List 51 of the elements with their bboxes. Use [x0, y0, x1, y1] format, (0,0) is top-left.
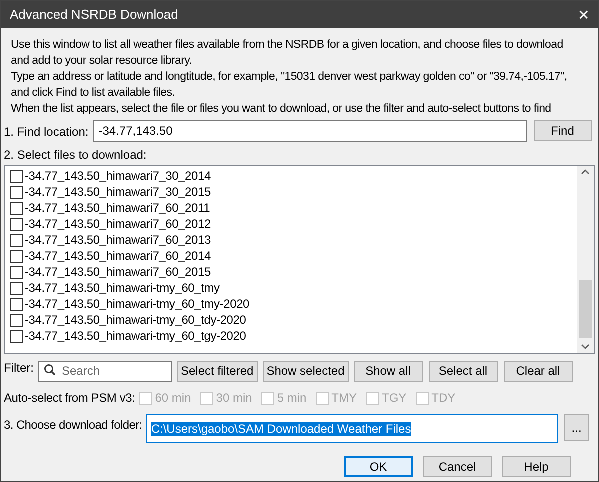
file-name[interactable]: -34.77_143.50_himawari7_30_2015: [25, 183, 211, 201]
checkbox[interactable]: [10, 250, 23, 262]
dialog-button[interactable]: Cancel: [423, 456, 492, 477]
checkbox[interactable]: [10, 298, 23, 310]
file-name[interactable]: -34.77_143.50_himawari7_60_2013: [25, 231, 211, 249]
dialog-button[interactable]: OK: [344, 456, 413, 477]
file-name[interactable]: -34.77_143.50_himawari7_60_2015: [25, 263, 211, 281]
file-name[interactable]: -34.77_143.50_himawari-tmy_60_tgy-2020: [25, 327, 246, 345]
instruction-text: Type an address or latitude and longtitude, for example, "15031 denver west parkway golden co" or "39.74,-105.17",: [11, 70, 568, 85]
file-name[interactable]: -34.77_143.50_himawari7_60_2011: [25, 199, 210, 217]
find-location-label: 1. Find location:: [4, 124, 89, 141]
checkbox[interactable]: [10, 170, 23, 182]
instruction-text: Use this window to list all weather files available from the NSRDB for a given location, and choose files to download: [11, 38, 564, 53]
filter-button[interactable]: Select filtered: [177, 360, 258, 382]
file-name[interactable]: -34.77_143.50_himawari-tmy_60_tmy-2020: [25, 295, 250, 313]
instruction-text: and add to your solar resource library.: [11, 54, 194, 69]
filter-button[interactable]: Select all: [428, 360, 498, 382]
checkbox[interactable]: [10, 314, 23, 326]
window-title: Advanced NSRDB Download: [10, 6, 178, 24]
filter-button[interactable]: Clear all: [504, 360, 573, 382]
instruction-text: and click Find to list available files.: [11, 86, 176, 101]
select-files-label: 2. Select files to download:: [3, 147, 148, 164]
close-button[interactable]: ✕: [578, 8, 590, 22]
auto-select-label: Auto-select from PSM v3:: [4, 390, 136, 407]
file-name[interactable]: -34.77_143.50_himawari-tmy_60_tmy: [25, 279, 220, 297]
download-folder-label: 3. Choose download folder:: [4, 417, 142, 434]
checkbox[interactable]: [10, 186, 23, 198]
dialog-button[interactable]: Help: [502, 456, 571, 477]
filter-button[interactable]: Show all: [354, 360, 423, 382]
scrollbar-thumb[interactable]: [579, 280, 592, 338]
folder-field[interactable]: C:\Users\gaobo\SAM Downloaded Weather Files: [146, 414, 558, 443]
file-name[interactable]: -34.77_143.50_himawari-tmy_60_tdy-2020: [25, 311, 246, 329]
search-field[interactable]: Search: [38, 360, 172, 382]
checkbox[interactable]: [10, 266, 23, 278]
file-name[interactable]: -34.77_143.50_himawari7_30_2014: [25, 167, 211, 185]
instruction-text: When the list appears, select the file or files you want to download, or use the filter and auto-select buttons to find: [11, 102, 552, 117]
checkbox[interactable]: [10, 330, 23, 342]
checkbox[interactable]: [10, 282, 23, 294]
file-name[interactable]: -34.77_143.50_himawari7_60_2014: [25, 247, 211, 265]
filter-label: Filter:: [4, 360, 34, 377]
folder-path: C:\Users\gaobo\SAM Downloaded Weather Files: [151, 422, 412, 436]
find-button[interactable]: Find: [534, 120, 592, 141]
scrollbar[interactable]: [577, 166, 594, 353]
location-field[interactable]: -34.77,143.50: [92, 120, 527, 142]
browse-button[interactable]: ...: [564, 414, 590, 441]
filter-button[interactable]: Show selected: [262, 360, 349, 382]
search-icon: [44, 364, 56, 376]
checkbox[interactable]: [10, 218, 23, 230]
checkbox[interactable]: [10, 202, 23, 214]
file-name[interactable]: -34.77_143.50_himawari7_60_2012: [25, 215, 211, 233]
checkbox[interactable]: [10, 234, 23, 246]
